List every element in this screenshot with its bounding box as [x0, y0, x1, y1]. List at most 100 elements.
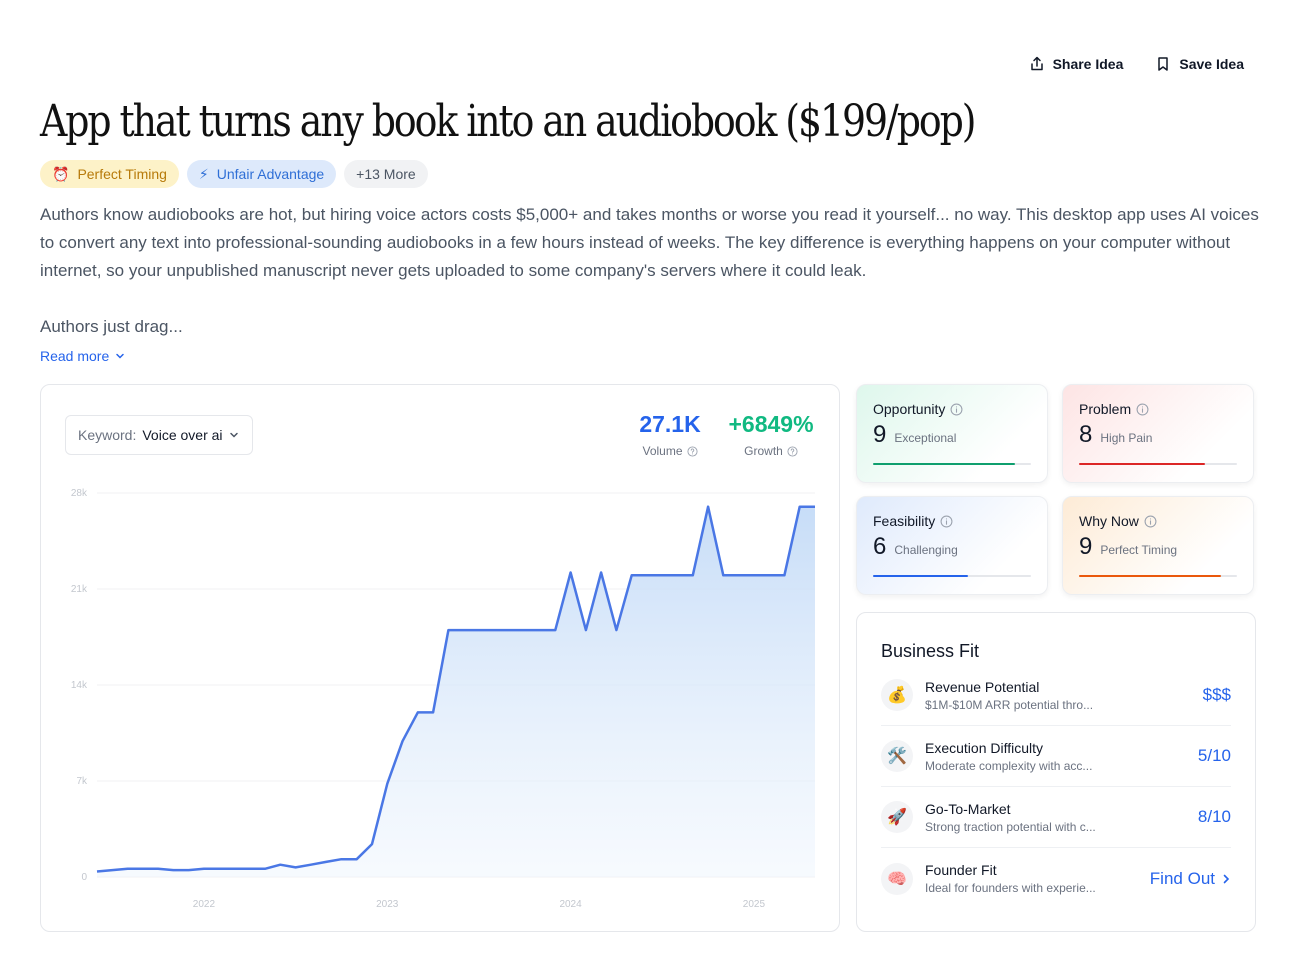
biz-row-text: Execution Difficulty Moderate complexity…: [925, 740, 1198, 773]
tools-icon: 🛠️: [881, 740, 913, 772]
biz-row-sub: Ideal for founders with experie...: [925, 881, 1096, 895]
volume-label-row: Volume: [635, 444, 705, 458]
score-number: 6: [873, 533, 887, 560]
biz-row-name: Founder Fit: [925, 862, 997, 878]
why-now-score-card[interactable]: Why Now 9 Perfect Timing: [1062, 496, 1254, 595]
chevron-down-icon: [116, 353, 125, 359]
x-tick-label: 2023: [376, 899, 399, 910]
info-icon[interactable]: [1144, 515, 1157, 528]
y-tick-label: 14k: [71, 680, 88, 691]
score-number: 8: [1079, 421, 1093, 448]
read-more-label: Read more: [40, 348, 110, 364]
x-tick-label: 2025: [743, 899, 766, 910]
biz-row-value: 8/10: [1197, 807, 1231, 826]
opportunity-score-card[interactable]: Opportunity 9 Exceptional: [856, 384, 1048, 483]
find-out-link[interactable]: Find Out: [1150, 869, 1231, 889]
lightning-icon: ⚡: [198, 165, 209, 182]
biz-row-execution-difficulty[interactable]: 🛠️ Execution Difficulty Moderate complex…: [881, 726, 1231, 787]
share-idea-button[interactable]: Share Idea: [1029, 56, 1124, 72]
volume-label: Volume: [642, 444, 683, 458]
growth-label-row: Growth: [723, 444, 819, 458]
score-bar: [1079, 463, 1237, 465]
brain-icon: 🧠: [881, 862, 913, 895]
info-icon[interactable]: [940, 515, 953, 528]
keyword-value: Voice over ai: [142, 427, 223, 443]
save-idea-button[interactable]: Save Idea: [1155, 56, 1244, 72]
score-title-row: Feasibility: [873, 513, 1031, 529]
biz-row-name: Go-To-Market: [925, 800, 1011, 817]
info-icon[interactable]: [1136, 403, 1149, 416]
biz-row-name: Execution Difficulty: [925, 739, 1044, 756]
score-bar-fill: [873, 463, 1016, 465]
trend-area: [97, 506, 815, 877]
growth-label: Growth: [744, 444, 783, 458]
score-bar-fill: [1079, 575, 1222, 577]
score-bar-fill: [1079, 463, 1206, 465]
help-icon[interactable]: [686, 445, 698, 457]
read-more-link[interactable]: Read more: [40, 348, 125, 364]
feasibility-score-card[interactable]: Feasibility 6 Challenging: [856, 496, 1048, 595]
idea-description-more: Authors just drag...: [40, 317, 183, 336]
score-bar-fill: [873, 575, 968, 577]
biz-row-sub: Strong traction potential with c...: [925, 819, 1096, 834]
tag-label: Perfect Timing: [77, 166, 167, 182]
top-actions: Share Idea Save Idea: [1029, 56, 1244, 72]
score-number: 9: [1079, 533, 1093, 560]
biz-row-text: Founder Fit Ideal for founders with expe…: [925, 862, 1150, 895]
chevron-right-icon: [1223, 874, 1230, 883]
score-value-row: 8 High Pain: [1079, 421, 1237, 449]
x-tick-label: 2024: [559, 899, 582, 910]
info-icon[interactable]: [950, 403, 963, 416]
keyword-select[interactable]: Keyword: Voice over ai: [65, 415, 253, 455]
alarm-clock-icon: ⏰: [52, 165, 70, 182]
biz-row-name: Revenue Potential: [925, 678, 1040, 695]
chevron-down-icon: [229, 432, 238, 438]
score-bar: [1079, 575, 1237, 577]
tag-label: Unfair Advantage: [216, 166, 325, 182]
tag-list: ⏰ Perfect Timing ⚡ Unfair Advantage +13 …: [40, 160, 428, 188]
score-value-row: 9 Exceptional: [873, 421, 1031, 449]
score-bar: [873, 575, 1031, 577]
y-tick-label: 28k: [71, 488, 88, 499]
keyword-label: Keyword:: [78, 427, 137, 443]
score-number: 9: [873, 421, 887, 448]
biz-row-sub: Moderate complexity with acc...: [925, 758, 1093, 773]
biz-row-founder-fit[interactable]: 🧠 Founder Fit Ideal for founders with ex…: [881, 848, 1231, 909]
business-fit-card: Business Fit 💰 Revenue Potential $1M-$10…: [856, 612, 1256, 932]
y-tick-label: 21k: [71, 584, 88, 595]
find-out-label: Find Out: [1149, 868, 1215, 888]
help-icon[interactable]: [787, 445, 798, 457]
growth-metric: +6849% Growth: [723, 411, 819, 458]
score-title: Problem: [1079, 401, 1132, 417]
tag-more[interactable]: +13 More: [344, 160, 428, 188]
score-text: Challenging: [894, 543, 958, 557]
score-value-row: 9 Perfect Timing: [1079, 533, 1237, 561]
biz-row-value: $$$: [1202, 685, 1231, 704]
volume-value: 27.1K: [639, 411, 701, 437]
biz-row-revenue-potential[interactable]: 💰 Revenue Potential $1M-$10M ARR potenti…: [881, 665, 1231, 726]
page-title: App that turns any book into an audioboo…: [40, 96, 977, 147]
score-title: Opportunity: [873, 401, 946, 417]
score-bar: [873, 463, 1031, 465]
score-text: Exceptional: [894, 431, 957, 445]
tag-perfect-timing[interactable]: ⏰ Perfect Timing: [40, 160, 179, 188]
tag-unfair-advantage[interactable]: ⚡ Unfair Advantage: [186, 160, 337, 188]
money-bag-icon: 💰: [881, 679, 913, 711]
biz-row-text: Go-To-Market Strong traction potential w…: [925, 801, 1198, 834]
tag-label: +13 More: [356, 166, 416, 182]
biz-row-sub: $1M-$10M ARR potential thro...: [925, 697, 1094, 712]
score-title-row: Why Now: [1079, 513, 1237, 529]
y-tick-label: 0: [81, 872, 87, 883]
share-idea-label: Share Idea: [1052, 56, 1124, 72]
problem-score-card[interactable]: Problem 8 High Pain: [1062, 384, 1254, 483]
trend-chart-card: 28k 21k 14k 7k 0 2022 2023 2024 2025 Keyword: Vo…: [40, 384, 840, 932]
biz-row-go-to-market[interactable]: 🚀 Go-To-Market Strong traction potential…: [881, 787, 1231, 848]
score-title: Why Now: [1079, 513, 1139, 529]
business-fit-title: Business Fit: [881, 641, 980, 661]
share-icon: [1030, 56, 1043, 71]
rocket-icon: 🚀: [881, 801, 913, 833]
biz-row-text: Revenue Potential $1M-$10M ARR potential…: [925, 679, 1203, 712]
score-title-row: Opportunity: [873, 401, 1031, 417]
growth-value: +6849%: [728, 411, 814, 437]
save-idea-label: Save Idea: [1179, 56, 1244, 72]
